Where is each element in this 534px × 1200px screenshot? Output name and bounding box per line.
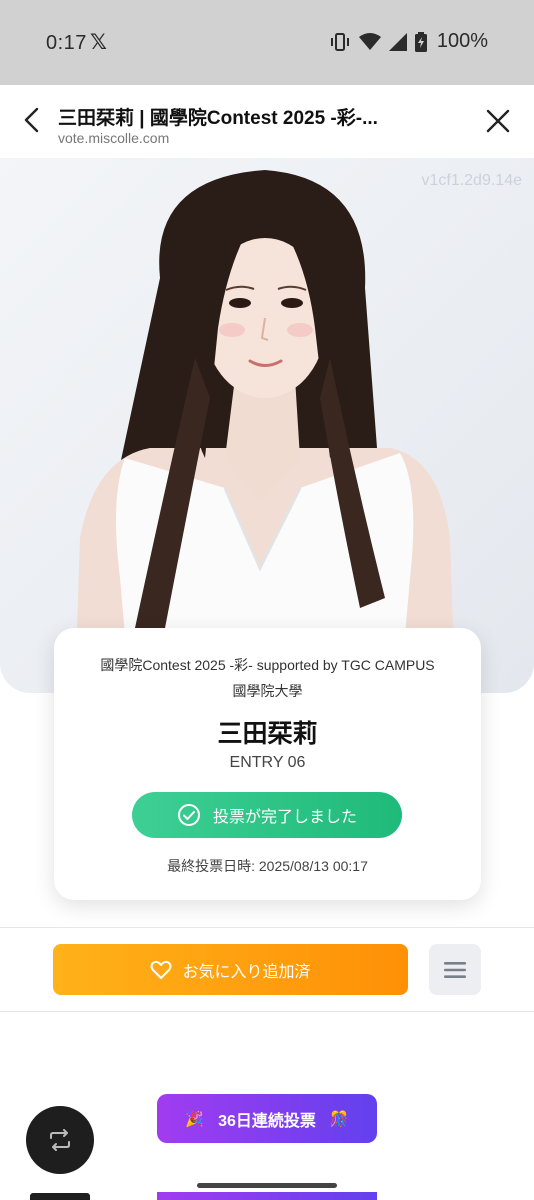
page-title: 三田栞莉 | 國學院Contest 2025 -彩-... (58, 108, 378, 129)
favorite-label: お気に入り追加済 (182, 963, 311, 981)
menu-button[interactable] (429, 944, 481, 995)
streak-label: 36日連続投票 (218, 1112, 316, 1130)
streak-banner[interactable]: 🎉 36日連続投票 🎊 (157, 1094, 377, 1143)
university-name: 國學院大學 (232, 683, 303, 699)
battery-charging-icon (414, 31, 427, 52)
browser-header: 三田栞莉 | 國學院Contest 2025 -彩-... vote.misco… (0, 85, 534, 158)
x-app-icon: 𝕏 (90, 31, 107, 54)
wifi-icon (358, 32, 381, 50)
entry-number: ENTRY 06 (229, 754, 306, 771)
status-bar: 0:17 𝕏 100% (0, 0, 534, 85)
scroll-peek-dark (30, 1193, 90, 1200)
battery-percent: 100% (436, 30, 488, 52)
vote-complete-button[interactable]: 投票が完了しました (132, 792, 402, 838)
last-vote-timestamp: 最終投票日時: 2025/08/13 00:17 (167, 858, 368, 874)
profile-card: 國學院Contest 2025 -彩- supported by TGC CAM… (54, 628, 481, 900)
repeat-icon (50, 1129, 70, 1151)
check-circle-icon (177, 804, 200, 826)
watermark-text: v1cf1.2d9.14e (421, 172, 522, 189)
contest-name: 國學院Contest 2025 -彩- supported by TGC CAM… (100, 657, 435, 673)
profile-photo: v1cf1.2d9.14e v1cf1.2d9.14e (0, 158, 534, 693)
favorite-button[interactable]: お気に入り追加済 (53, 944, 408, 995)
confetti-icon: 🎊 (329, 1110, 349, 1128)
divider (0, 1011, 534, 1012)
heart-icon (150, 960, 172, 979)
vibrate-icon (330, 32, 349, 51)
contestant-name: 三田栞莉 (217, 720, 318, 748)
home-indicator[interactable] (197, 1183, 337, 1188)
party-popper-icon: 🎉 (185, 1110, 205, 1128)
page-url: vote.miscolle.com (58, 130, 170, 146)
clock: 0:17 (46, 32, 87, 54)
close-icon[interactable] (484, 107, 512, 135)
portrait-illustration (75, 170, 455, 693)
back-arrow-icon[interactable] (18, 105, 48, 135)
signal-icon (388, 32, 407, 51)
share-fab[interactable] (26, 1106, 94, 1174)
vote-complete-label: 投票が完了しました (212, 809, 357, 826)
status-icons: 100% (329, 30, 488, 53)
divider (0, 927, 534, 928)
scroll-peek-banner (157, 1192, 377, 1200)
hamburger-menu-icon (444, 961, 466, 978)
